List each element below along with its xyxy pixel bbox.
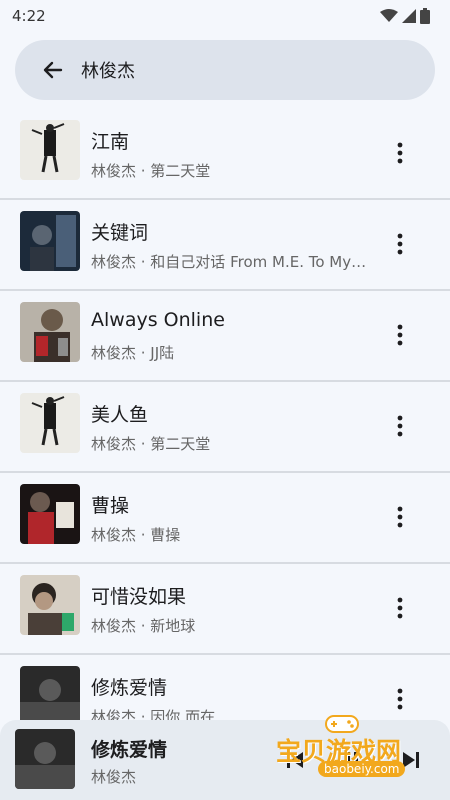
arrow-left-icon (43, 61, 63, 79)
more-vert-icon (397, 233, 403, 255)
now-playing-title: 修炼爱情 (91, 739, 168, 761)
more-options-button[interactable] (388, 411, 412, 441)
status-icons (380, 8, 430, 24)
song-list: 江南 林俊杰 · 第二天堂 关键词 林俊杰 · 和自己对话 From M.E. … (0, 109, 450, 746)
song-row[interactable]: 关键词 林俊杰 · 和自己对话 From M.E. To Myself (0, 200, 450, 291)
album-cover (20, 393, 80, 453)
more-options-button[interactable] (388, 593, 412, 623)
song-row[interactable]: 曹操 林俊杰 · 曹操 (0, 473, 450, 564)
signal-icon (402, 9, 416, 23)
now-playing-artist: 林俊杰 (91, 768, 137, 786)
more-vert-icon (397, 597, 403, 619)
song-title: 可惜没如果 (91, 586, 187, 608)
song-subtitle: 林俊杰 · 和自己对话 From M.E. To Myself (91, 253, 371, 271)
song-row[interactable]: 可惜没如果 林俊杰 · 新地球 (0, 564, 450, 655)
song-row[interactable]: 江南 林俊杰 · 第二天堂 (0, 109, 450, 200)
more-vert-icon (397, 688, 403, 710)
watermark-url: baobeiy.com (318, 761, 406, 777)
song-title: 关键词 (91, 222, 149, 244)
search-bar[interactable]: 林俊杰 (15, 40, 435, 100)
more-options-button[interactable] (388, 502, 412, 532)
more-options-button[interactable] (388, 229, 412, 259)
status-bar: 4:22 (0, 0, 450, 32)
search-query[interactable]: 林俊杰 (81, 57, 135, 83)
song-subtitle: 林俊杰 · JJ陆 (91, 344, 175, 362)
album-cover (20, 484, 80, 544)
album-cover (20, 211, 80, 271)
song-subtitle: 林俊杰 · 第二天堂 (91, 435, 211, 453)
more-vert-icon (397, 415, 403, 437)
song-row[interactable]: 美人鱼 林俊杰 · 第二天堂 (0, 382, 450, 473)
watermark-logo: 宝贝游戏网 baobeiy.com (268, 712, 448, 792)
song-title: 美人鱼 (91, 404, 149, 426)
song-subtitle: 林俊杰 · 第二天堂 (91, 162, 211, 180)
battery-icon (420, 8, 430, 24)
album-cover (20, 120, 80, 180)
song-title: Always Online (91, 309, 225, 331)
song-title: 曹操 (91, 495, 130, 517)
song-subtitle: 林俊杰 · 曹操 (91, 526, 181, 544)
album-cover (20, 302, 80, 362)
more-vert-icon (397, 142, 403, 164)
now-playing-cover (15, 729, 75, 789)
more-options-button[interactable] (388, 138, 412, 168)
song-title: 修炼爱情 (91, 677, 168, 699)
album-cover (20, 666, 80, 726)
status-time: 4:22 (12, 7, 46, 25)
wifi-icon (380, 9, 398, 22)
album-cover (20, 575, 80, 635)
more-options-button[interactable] (388, 684, 412, 714)
back-button[interactable] (35, 52, 71, 88)
more-vert-icon (397, 324, 403, 346)
song-subtitle: 林俊杰 · 新地球 (91, 617, 196, 635)
more-options-button[interactable] (388, 320, 412, 350)
song-row[interactable]: Always Online 林俊杰 · JJ陆 (0, 291, 450, 382)
song-title: 江南 (91, 131, 130, 153)
more-vert-icon (397, 506, 403, 528)
